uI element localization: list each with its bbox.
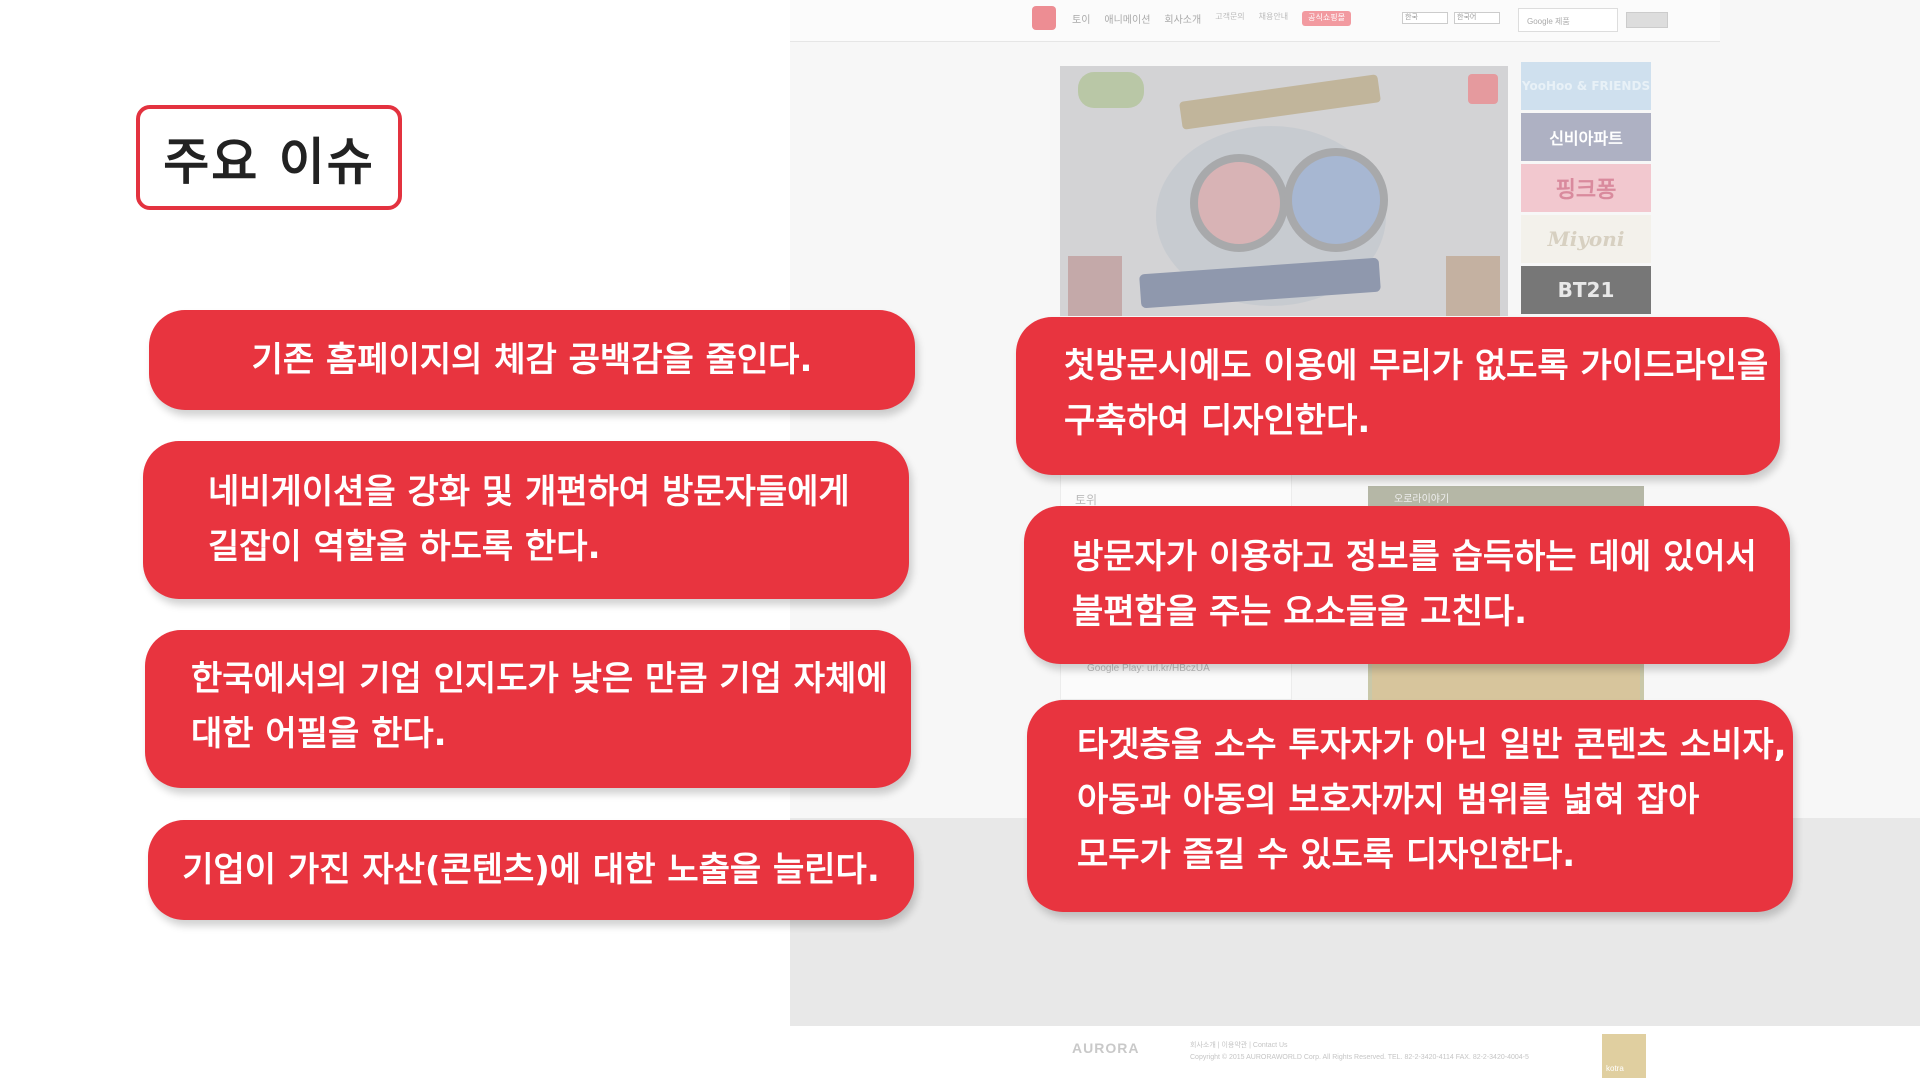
issue-card-3-line-2: 대한 어필을 한다. [191,714,447,754]
banner-box-left [1068,256,1122,316]
nav-item-toy: 토이 [1072,15,1091,26]
banner-box-right [1446,256,1500,316]
issue-card-2: 네비게이션을 강화 및 개편하여 방문자들에게 길잡이 역할을 하도록 한다. [143,441,909,599]
locale-select: 한국어 [1454,12,1500,24]
story-card-image [1372,662,1640,700]
brand-pinkfong: 핑크퐁 [1521,164,1651,212]
banner-headline [1179,74,1381,130]
issue-card-4: 기업이 가진 자산(콘텐츠)에 대한 노출을 늘린다. [148,820,914,920]
brand-miyoni: Miyoni [1521,215,1651,263]
site-search-input: Google 제품 [1518,8,1618,32]
footer-copyright: 회사소개 | 이용약관 | Contact Us Copyright © 201… [1190,1040,1529,1064]
issue-card-7-line-3: 모두가 즐길 수 있도록 디자인한다. [1077,835,1576,875]
nav-item-support: 고객문의 [1215,12,1245,21]
site-logo-icon [1032,6,1056,30]
issue-card-4-line-1: 기업이 가진 자산(콘텐츠)에 대한 노출을 늘린다. [182,849,880,890]
issue-card-2-line-1: 네비게이션을 강화 및 개편하여 방문자들에게 [208,472,850,512]
aurora-logo: AURORA [1072,1040,1140,1056]
banner-blue-top-icon [1284,148,1388,252]
slide-title-box: 주요 이슈 [136,105,402,210]
nav-item-animation: 애니메이션 [1104,15,1151,26]
issue-card-5-line-1: 첫방문시에도 이용에 무리가 없도록 가이드라인을 [1064,346,1769,386]
issue-card-6-line-2: 불편함을 주는 요소들을 고친다. [1072,592,1528,632]
brand-sinbi: 신비아파트 [1521,113,1651,161]
nav-shop-pill: 공식쇼핑몰 [1302,11,1351,26]
issue-card-7: 타겟층을 소수 투자자가 아닌 일반 콘텐츠 소비자, 아동과 아동의 보호자까… [1027,700,1793,912]
slide-title: 주요 이슈 [163,132,375,191]
nav-item-careers: 채용안내 [1258,12,1289,21]
issue-card-2-line-2: 길잡이 역할을 하도록 한다. [208,527,601,567]
language-select: 한국 [1402,12,1448,24]
issue-card-1-line-1: 기존 홈페이지의 체감 공백감을 줄인다. [251,339,813,380]
brand-list: YooHoo & FRIENDS 신비아파트 핑크퐁 Miyoni BT21 [1521,62,1651,317]
copyright-text: Copyright © 2015 AURORAWORLD Corp. All R… [1190,1054,1529,1061]
issue-card-7-line-2: 아동과 아동의 보호자까지 범위를 넓혀 잡아 [1077,780,1700,820]
language-selects: 한국 한국어 [1402,12,1500,24]
issue-card-5-line-2: 구축하여 디자인한다. [1064,401,1371,441]
issue-card-6: 방문자가 이용하고 정보를 습득하는 데에 있어서 불편함을 주는 요소들을 고… [1024,506,1790,664]
site-nav: 토이 애니메이션 회사소개 고객문의 채용안내 공식쇼핑몰 [1072,11,1351,26]
story-card-caption: 오로라이야기 [1368,486,1644,506]
kotra-logo: kotra [1602,1034,1646,1078]
site-search-button [1626,12,1668,28]
issue-card-3-line-1: 한국에서의 기업 인지도가 낮은 만큼 기업 자체에 [191,659,888,699]
issue-card-6-line-1: 방문자가 이용하고 정보를 습득하는 데에 있어서 [1072,537,1757,577]
issue-card-7-line-1: 타겟층을 소수 투자자가 아닌 일반 콘텐츠 소비자, [1077,725,1787,765]
issue-card-1: 기존 홈페이지의 체감 공백감을 줄인다. [149,310,915,410]
footer-links: 회사소개 | 이용약관 | Contact Us [1190,1042,1288,1049]
banner-red-top-icon [1190,154,1288,252]
hero-banner-image [1060,66,1508,316]
brand-yoohoo: YooHoo & FRIENDS [1521,62,1651,110]
banner-badge-icon [1468,74,1498,104]
google-play-link: Google Play: url.kr/HBczUA [1087,663,1210,674]
issue-card-3: 한국에서의 기업 인지도가 낮은 만큼 기업 자체에 대한 어필을 한다. [145,630,911,788]
brand-bt21: BT21 [1521,266,1651,314]
issue-card-5: 첫방문시에도 이용에 무리가 없도록 가이드라인을 구축하여 디자인한다. [1016,317,1780,475]
banner-logo [1078,72,1144,108]
nav-item-company: 회사소개 [1164,15,1202,26]
site-header: 토이 애니메이션 회사소개 고객문의 채용안내 공식쇼핑몰 한국 한국어 Goo… [790,0,1720,42]
